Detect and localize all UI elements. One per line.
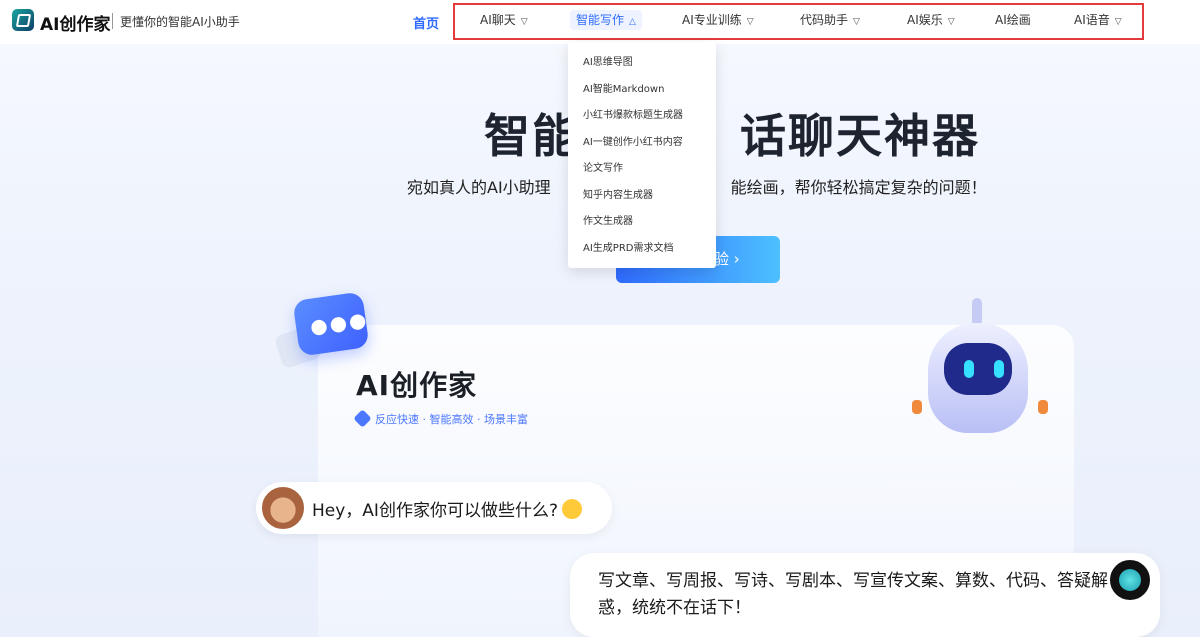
dropdown-item-essay[interactable]: 作文生成器 [568, 209, 716, 236]
card-title: AI创作家 [356, 369, 478, 402]
nav-item-ai-entertainment[interactable]: AI娱乐 ▽ [907, 10, 955, 30]
dropdown-item-prd[interactable]: AI生成PRD需求文档 [568, 236, 716, 263]
nav-item-label: 智能写作 [576, 13, 625, 27]
smirk-emoji-icon [561, 499, 582, 519]
nav-item-ai-training[interactable]: AI专业训练 ▽ [682, 10, 754, 30]
hero-subtitle-left: 宛如真人的AI小助理 [407, 178, 551, 197]
nav-item-ai-chat[interactable]: AI聊天 ▽ [480, 10, 528, 30]
nav-item-label: 代码助手 [800, 13, 849, 27]
logo-icon[interactable] [12, 9, 34, 31]
user-message: Hey，AI创作家你可以做些什么? [312, 496, 582, 521]
logo-text[interactable]: AI创作家 [40, 10, 110, 35]
nav-item-label: AI娱乐 [907, 13, 943, 27]
dropdown-item-zhihu[interactable]: 知乎内容生成器 [568, 183, 716, 210]
nav-item-label: AI聊天 [480, 13, 516, 27]
nav-item-label: AI语音 [1074, 13, 1110, 27]
bot-avatar [1108, 558, 1152, 602]
robot-mascot-icon [912, 298, 1048, 448]
hero-title: 智能 话聊天神器 [484, 100, 980, 166]
logo-divider [112, 13, 113, 29]
nav-item-smart-writing[interactable]: 智能写作 △ [570, 10, 642, 30]
nav-item-ai-voice[interactable]: AI语音 ▽ [1074, 10, 1122, 30]
chevron-down-icon: ▽ [746, 17, 754, 27]
hero-subtitle-right: 能绘画，帮你轻松搞定复杂的问题！ [730, 178, 987, 197]
logo-slogan: 更懂你的智能AI小助手 [120, 15, 240, 29]
nav-home-link[interactable]: 首页 [413, 13, 439, 32]
card-tagline: 反应快速 · 智能高效 · 场景丰富 [375, 413, 528, 426]
chevron-down-icon: ▽ [1114, 17, 1122, 27]
dropdown-item-mindmap[interactable]: AI思维导图 [568, 50, 716, 77]
user-avatar [260, 485, 306, 531]
user-message-text: Hey，AI创作家你可以做些什么? [312, 501, 558, 521]
bot-message-text: 写文章、写周报、写诗、写剧本、写宣传文案、算数、代码、答疑解惑，统统不在话下！ [598, 571, 1108, 618]
dropdown-item-markdown[interactable]: AI智能Markdown [568, 77, 716, 104]
nav-item-label: AI绘画 [995, 13, 1031, 27]
hero-title-right: 话聊天神器 [740, 109, 980, 163]
nav-item-code-assistant[interactable]: 代码助手 ▽ [800, 10, 860, 30]
nav-item-label: AI专业训练 [682, 13, 742, 27]
dropdown-item-paper[interactable]: 论文写作 [568, 156, 716, 183]
chevron-up-icon: △ [629, 17, 636, 27]
chat-bubble-icon: ●●● [292, 291, 370, 357]
chevron-down-icon: ▽ [520, 17, 528, 27]
smart-writing-dropdown: AI思维导图 AI智能Markdown 小红书爆款标题生成器 AI一键创作小红书… [568, 42, 716, 268]
hero-title-left: 智能 [484, 109, 580, 163]
dropdown-item-xhs-title[interactable]: 小红书爆款标题生成器 [568, 103, 716, 130]
nav-highlight-box [453, 3, 1144, 40]
chevron-down-icon: ▽ [947, 17, 955, 27]
chevron-down-icon: ▽ [853, 17, 860, 27]
nav-item-ai-drawing[interactable]: AI绘画 [995, 10, 1031, 30]
dropdown-item-xhs-content[interactable]: AI一键创作小红书内容 [568, 130, 716, 157]
